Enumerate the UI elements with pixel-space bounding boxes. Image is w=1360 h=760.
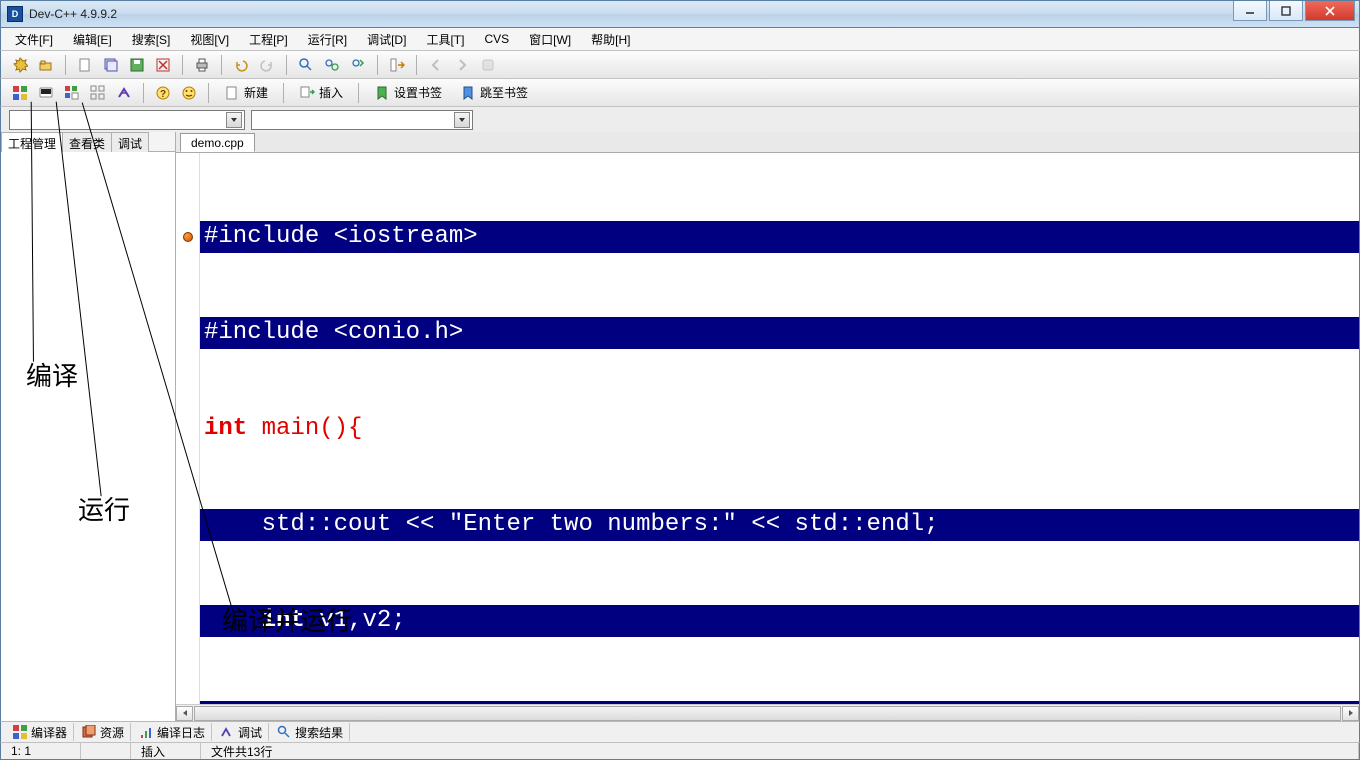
toolbar-secondary: ? 新建 插入 设置书签 跳至书签	[0, 78, 1360, 106]
output-tab-resources[interactable]: 资源	[76, 723, 131, 741]
stop-icon[interactable]	[477, 54, 499, 76]
side-tab-project[interactable]: 工程管理	[1, 132, 63, 152]
menu-help[interactable]: 帮助[H]	[585, 29, 636, 50]
status-lines: 文件共13行	[201, 743, 1359, 759]
menu-edit[interactable]: 编辑[E]	[67, 29, 118, 50]
scroll-left-icon[interactable]	[176, 706, 193, 721]
undo-icon[interactable]	[230, 54, 252, 76]
editor-tab-bar: demo.cpp	[176, 132, 1359, 153]
editor-tab-demo[interactable]: demo.cpp	[180, 133, 255, 152]
insert-button-label: 插入	[319, 84, 343, 101]
side-panel: 工程管理 查看类 调试	[1, 132, 176, 721]
class-combo[interactable]	[9, 110, 245, 130]
close-file-icon[interactable]	[152, 54, 174, 76]
code-line: #include <conio.h>	[204, 317, 463, 349]
code-text: main(){	[247, 413, 362, 445]
replace-icon[interactable]	[321, 54, 343, 76]
rebuild-all-icon[interactable]	[87, 82, 109, 104]
menu-view[interactable]: 视图[V]	[184, 29, 235, 50]
window-maximize-button[interactable]	[1269, 1, 1303, 21]
code-line: std::cout << "Enter two numbers:" << std…	[204, 509, 939, 541]
dropdown-arrow-icon	[454, 112, 470, 128]
breakpoint-icon[interactable]	[183, 232, 193, 242]
output-tab-label: 搜索结果	[295, 724, 343, 741]
output-tab-bar: 编译器 资源 编译日志 调试 搜索结果	[0, 721, 1360, 742]
code-text: v1,v2;	[305, 605, 406, 637]
member-combo[interactable]	[251, 110, 473, 130]
menu-project[interactable]: 工程[P]	[243, 29, 294, 50]
window-title: Dev-C++ 4.9.9.2	[29, 7, 117, 21]
compile-run-icon[interactable]	[61, 82, 83, 104]
open-icon[interactable]	[35, 54, 57, 76]
compile-icon[interactable]	[9, 82, 31, 104]
new-file-icon[interactable]	[74, 54, 96, 76]
code-editor[interactable]: #include <iostream> #include <conio.h> i…	[200, 153, 1359, 704]
help-icon[interactable]: ?	[152, 82, 174, 104]
window-minimize-button[interactable]	[1233, 1, 1267, 21]
scroll-thumb[interactable]	[194, 706, 1341, 721]
code-kw: int	[204, 413, 247, 445]
window-close-button[interactable]	[1305, 1, 1355, 21]
output-tab-search[interactable]: 搜索结果	[271, 723, 350, 741]
menu-window[interactable]: 窗口[W]	[523, 29, 577, 50]
menu-bar: 文件[F] 编辑[E] 搜索[S] 视图[V] 工程[P] 运行[R] 调试[D…	[0, 28, 1360, 50]
menu-debug[interactable]: 调试[D]	[361, 29, 412, 50]
about-icon[interactable]	[178, 82, 200, 104]
debug-icon[interactable]	[113, 82, 135, 104]
code-indent	[204, 605, 262, 637]
output-tab-label: 调试	[238, 724, 262, 741]
nav-next-icon[interactable]	[451, 54, 473, 76]
status-bar: 1: 1 插入 文件共13行	[0, 742, 1360, 760]
app-icon: D	[7, 6, 23, 22]
menu-tools[interactable]: 工具[T]	[420, 29, 470, 50]
toolbar-main	[0, 50, 1360, 78]
save-project-icon[interactable]	[126, 54, 148, 76]
output-tab-compiler[interactable]: 编译器	[7, 723, 74, 741]
status-mode: 插入	[131, 743, 201, 759]
output-tab-compilelog[interactable]: 编译日志	[133, 723, 212, 741]
print-icon[interactable]	[191, 54, 213, 76]
menu-search[interactable]: 搜索[S]	[126, 29, 177, 50]
goto-bookmark-button[interactable]: 跳至书签	[453, 82, 535, 104]
output-tab-label: 编译日志	[157, 724, 205, 741]
menu-cvs[interactable]: CVS	[478, 30, 515, 48]
set-bookmark-label: 设置书签	[394, 84, 442, 101]
svg-text:?: ?	[160, 89, 166, 100]
new-button-label: 新建	[244, 84, 268, 101]
find-icon[interactable]	[295, 54, 317, 76]
redo-icon[interactable]	[256, 54, 278, 76]
code-kw: int	[262, 605, 305, 637]
goto-bookmark-label: 跳至书签	[480, 84, 528, 101]
side-panel-body	[1, 152, 175, 721]
menu-run[interactable]: 运行[R]	[302, 29, 353, 50]
code-line: #include <iostream>	[204, 221, 478, 253]
nav-prev-icon[interactable]	[425, 54, 447, 76]
output-tab-label: 资源	[100, 724, 124, 741]
goto-line-icon[interactable]	[386, 54, 408, 76]
class-navigator-bar	[0, 106, 1360, 132]
new-source-icon[interactable]	[9, 54, 31, 76]
find-next-icon[interactable]	[347, 54, 369, 76]
insert-button[interactable]: 插入	[292, 82, 350, 104]
save-all-icon[interactable]	[100, 54, 122, 76]
window-titlebar: D Dev-C++ 4.9.9.2	[0, 0, 1360, 28]
editor-horizontal-scrollbar[interactable]	[176, 704, 1359, 721]
dropdown-arrow-icon	[226, 112, 242, 128]
new-button[interactable]: 新建	[217, 82, 275, 104]
side-tab-debug[interactable]: 调试	[111, 132, 149, 152]
output-tab-debug[interactable]: 调试	[214, 723, 269, 741]
run-icon[interactable]	[35, 82, 57, 104]
status-position: 1: 1	[1, 743, 81, 759]
menu-file[interactable]: 文件[F]	[9, 29, 59, 50]
scroll-right-icon[interactable]	[1342, 706, 1359, 721]
set-bookmark-button[interactable]: 设置书签	[367, 82, 449, 104]
output-tab-label: 编译器	[31, 724, 67, 741]
side-tab-class[interactable]: 查看类	[62, 132, 112, 152]
editor-gutter	[176, 153, 200, 704]
